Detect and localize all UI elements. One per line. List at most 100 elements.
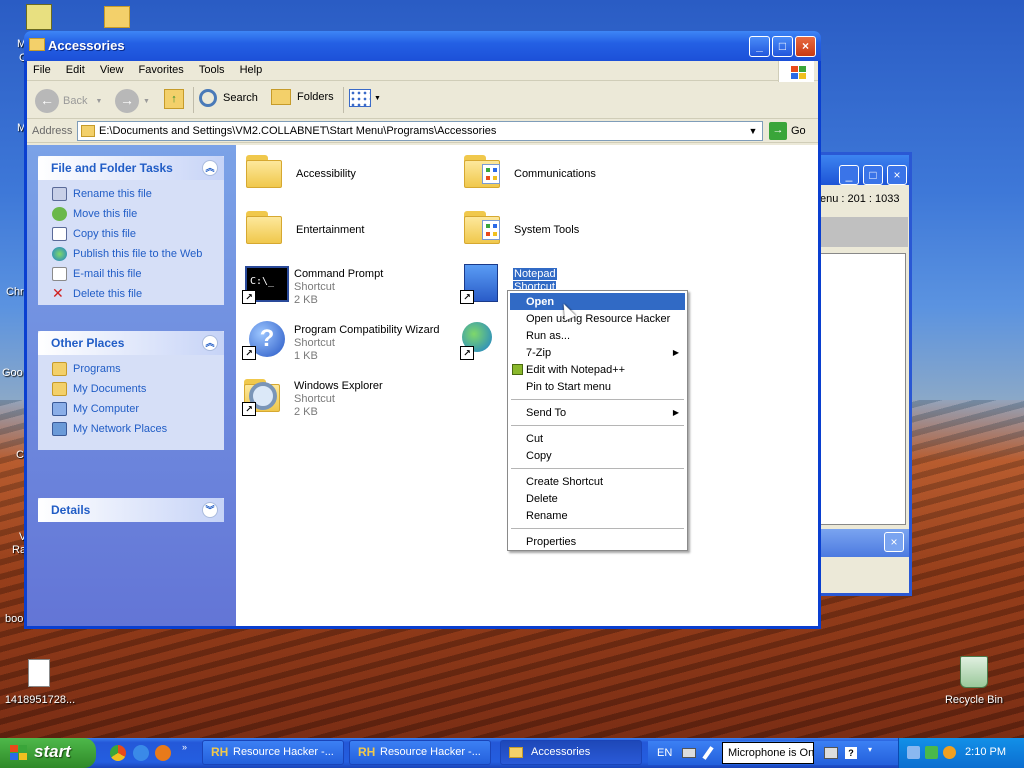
window-titlebar[interactable]: Accessories _ □ ×: [24, 31, 821, 61]
panel-header[interactable]: Details ︾: [38, 498, 224, 522]
recycle-bin-label[interactable]: Recycle Bin: [944, 694, 1004, 706]
submenu-arrow-icon: ▶: [672, 348, 679, 357]
speech-tools-icon[interactable]: [824, 747, 838, 759]
ctx-open-resource-hacker[interactable]: Open using Resource Hacker: [510, 310, 685, 327]
delete-icon: ✕: [52, 285, 64, 301]
ctx-rename[interactable]: Rename: [510, 507, 685, 524]
ctx-open[interactable]: Open: [510, 293, 685, 310]
taskbar-item-resource-hacker[interactable]: RH Resource Hacker -...: [349, 740, 491, 765]
start-button[interactable]: start: [0, 738, 96, 768]
firefox-icon[interactable]: [155, 745, 171, 761]
maximize-button[interactable]: □: [772, 36, 793, 57]
menu-favorites[interactable]: Favorites: [133, 61, 190, 76]
task-copy-file[interactable]: Copy this file: [38, 224, 224, 244]
close-icon[interactable]: ×: [887, 165, 907, 185]
panel-header[interactable]: File and Folder Tasks ︽: [38, 156, 224, 180]
windows-logo-icon: [778, 61, 814, 82]
place-programs[interactable]: Programs: [38, 359, 224, 379]
folder-item[interactable]: Entertainment: [244, 208, 424, 250]
menu-view[interactable]: View: [94, 61, 130, 76]
desktop-label-fragment: boo: [5, 613, 24, 625]
go-button[interactable]: → Go: [769, 122, 806, 140]
address-input[interactable]: E:\Documents and Settings\VM2.COLLABNET\…: [77, 121, 763, 141]
place-my-network[interactable]: My Network Places: [38, 419, 224, 439]
up-folder-button[interactable]: ↑: [164, 89, 184, 109]
shortcut-item[interactable]: ↗ Windows Explorer Shortcut 2 KB: [242, 376, 442, 420]
ie-icon[interactable]: [133, 745, 149, 761]
shortcut-item[interactable]: ? ↗ Program Compatibility Wizard Shortcu…: [242, 320, 452, 364]
taskbar-item-accessories[interactable]: Accessories: [500, 740, 642, 765]
menu-file[interactable]: File: [27, 61, 57, 76]
resource-hacker-icon: RH: [358, 745, 376, 759]
back-button[interactable]: ← Back ▼: [35, 89, 102, 113]
ctx-copy[interactable]: Copy: [510, 447, 685, 464]
minimize-button[interactable]: _: [749, 36, 770, 57]
ctx-delete[interactable]: Delete: [510, 490, 685, 507]
security-icon[interactable]: [925, 746, 938, 759]
shortcut-item[interactable]: C:\_ ↗ Command Prompt Shortcut 2 KB: [242, 264, 442, 308]
ctx-properties[interactable]: Properties: [510, 533, 685, 550]
search-button[interactable]: Search: [199, 89, 258, 107]
folder-item[interactable]: Communications: [462, 152, 642, 194]
ctx-cut[interactable]: Cut: [510, 430, 685, 447]
minimize-icon[interactable]: _: [839, 165, 859, 185]
task-move-file[interactable]: Move this file: [38, 204, 224, 224]
background-editor-area[interactable]: [818, 253, 906, 525]
menu-bar: File Edit View Favorites Tools Help: [27, 61, 818, 82]
shortcut-arrow-icon: ↗: [460, 290, 474, 304]
menu-help[interactable]: Help: [234, 61, 269, 76]
desktop-file-label[interactable]: 1418951728...: [4, 694, 76, 706]
place-my-documents[interactable]: My Documents: [38, 379, 224, 399]
collapse-icon[interactable]: ︽: [202, 160, 218, 176]
folders-button[interactable]: Folders: [271, 89, 334, 105]
collapse-icon[interactable]: ︽: [202, 335, 218, 351]
language-indicator[interactable]: EN: [657, 747, 672, 759]
ctx-run-as[interactable]: Run as...: [510, 327, 685, 344]
toolbar-separator: [193, 87, 194, 113]
ctx-pin-start[interactable]: Pin to Start menu: [510, 378, 685, 395]
microphone-icon[interactable]: [702, 746, 714, 760]
menu-tools[interactable]: Tools: [193, 61, 231, 76]
quicklaunch-more-icon[interactable]: »: [182, 742, 187, 752]
background-window[interactable]: _ □ × enu : 201 : 1033 ×: [818, 152, 912, 596]
forward-button[interactable]: → ▼: [115, 89, 150, 113]
expand-icon[interactable]: ︾: [202, 502, 218, 518]
ctx-7zip[interactable]: 7-Zip ▶: [510, 344, 685, 361]
options-icon[interactable]: ▾: [868, 745, 872, 754]
close-icon[interactable]: ×: [884, 532, 904, 552]
folder-item[interactable]: Accessibility: [244, 152, 424, 194]
keyboard-icon[interactable]: [682, 748, 696, 758]
close-button[interactable]: ×: [795, 36, 816, 57]
task-email-file[interactable]: E-mail this file: [38, 264, 224, 284]
ctx-create-shortcut[interactable]: Create Shortcut: [510, 473, 685, 490]
place-my-computer[interactable]: My Computer: [38, 399, 224, 419]
recycle-bin-icon[interactable]: [960, 656, 988, 688]
resource-hacker-icon: RH: [211, 745, 229, 759]
desktop-file-icon[interactable]: [28, 659, 50, 687]
help-icon[interactable]: ?: [845, 747, 857, 759]
panel-header[interactable]: Other Places ︽: [38, 331, 224, 355]
folder-item[interactable]: System Tools: [462, 208, 642, 250]
task-delete-file[interactable]: ✕ Delete this file: [38, 284, 224, 304]
ctx-edit-notepadpp[interactable]: Edit with Notepad++: [510, 361, 685, 378]
desktop-shortcut-icon[interactable]: [26, 4, 52, 30]
task-rename-file[interactable]: Rename this file: [38, 184, 224, 204]
shortcut-item[interactable]: ↗: [460, 320, 510, 364]
views-button[interactable]: ▼: [349, 89, 381, 107]
maximize-icon[interactable]: □: [863, 165, 883, 185]
ctx-send-to[interactable]: Send To ▶: [510, 404, 685, 421]
task-publish-web[interactable]: Publish this file to the Web: [38, 244, 224, 264]
clock[interactable]: 2:10 PM: [965, 746, 1006, 758]
shortcut-arrow-icon: ↗: [242, 346, 256, 360]
menu-edit[interactable]: Edit: [60, 61, 91, 76]
chrome-icon[interactable]: [110, 745, 126, 761]
chevron-down-icon[interactable]: ▼: [745, 123, 761, 139]
explorer-window[interactable]: Accessories _ □ × File Edit View Favorit…: [24, 31, 821, 629]
taskbar-item-resource-hacker[interactable]: RH Resource Hacker -...: [202, 740, 344, 765]
desktop-folder-icon[interactable]: [104, 6, 130, 28]
chevron-down-icon: ▼: [143, 97, 150, 105]
search-icon[interactable]: [943, 746, 956, 759]
network-icon[interactable]: [907, 746, 920, 759]
file-folder-tasks-panel: File and Folder Tasks ︽ Rename this file…: [38, 156, 224, 305]
computer-icon: [52, 402, 67, 416]
